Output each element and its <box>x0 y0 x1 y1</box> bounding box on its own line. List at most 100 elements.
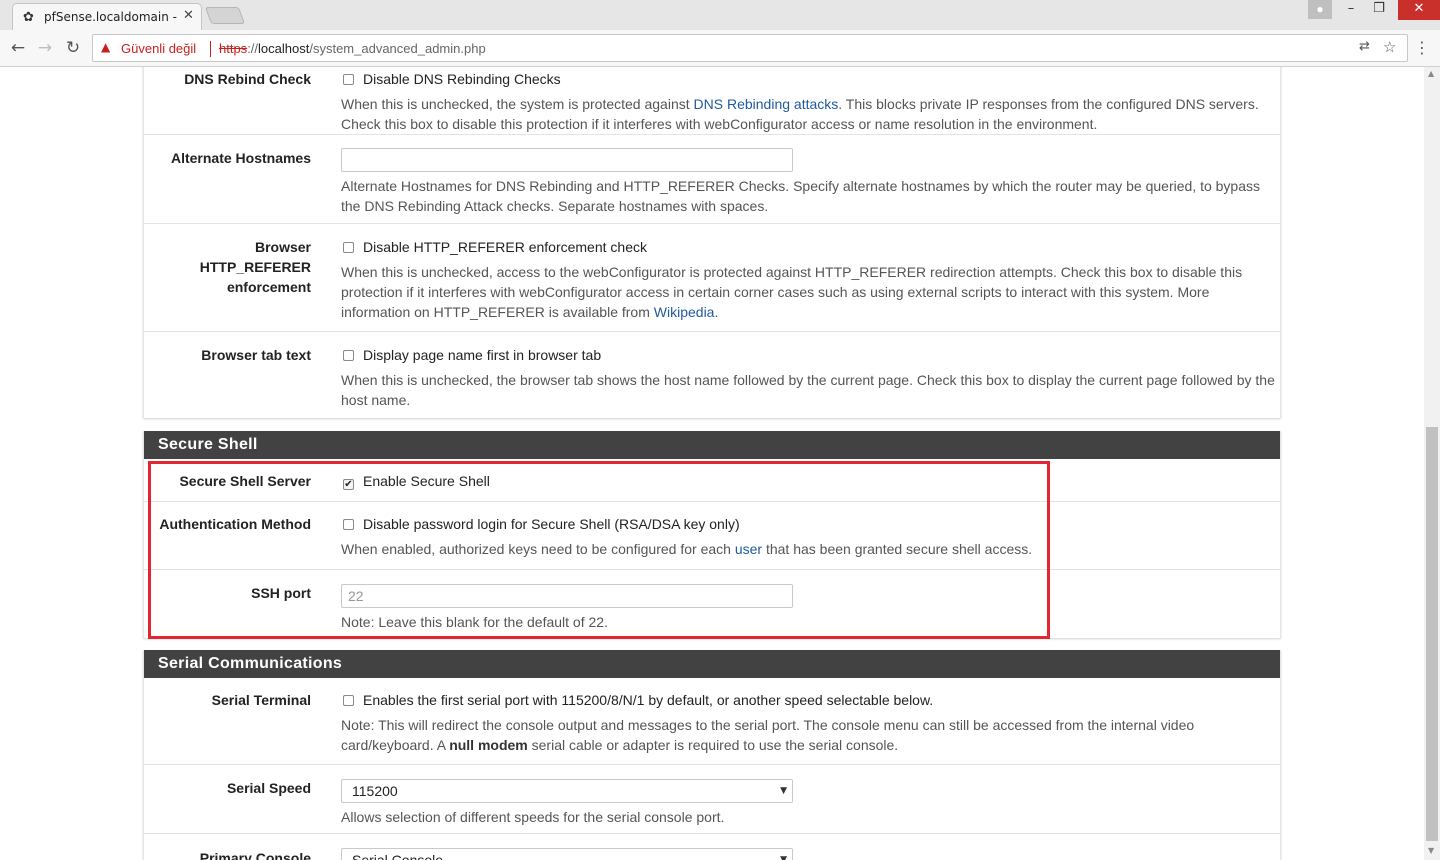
forward-arrow-icon[interactable]: → <box>34 37 56 59</box>
webconfigurator-panel: DNS Rebind Check Disable DNS Rebinding C… <box>143 67 1281 418</box>
minimize-icon[interactable]: – <box>1339 0 1363 20</box>
http-referer-checkbox[interactable] <box>343 242 354 253</box>
star-icon[interactable]: ☆ <box>1383 38 1396 56</box>
user-link[interactable]: user <box>735 541 762 557</box>
url-text[interactable]: https://localhost/system_advanced_admin.… <box>219 41 486 56</box>
http-referer-help: When this is unchecked, access to the we… <box>341 262 1276 322</box>
secure-shell-panel: Secure Shell Secure Shell Server ✔ Enable… <box>143 431 1281 638</box>
http-referer-label: Browser HTTP_REFERER enforcement <box>144 237 311 297</box>
browser-tab-text-label: Browser tab text <box>201 347 311 363</box>
restore-icon[interactable]: ❐ <box>1367 0 1391 20</box>
primary-console-row: Primary Console Serial Console ▼ <box>144 834 1280 860</box>
dns-rebind-checkbox-line[interactable]: Disable DNS Rebinding Checks <box>341 69 1276 89</box>
http-referer-checkbox-label: Disable HTTP_REFERER enforcement check <box>363 239 647 255</box>
chevron-down-icon: ▼ <box>780 855 787 860</box>
serial-speed-select[interactable]: 115200 ▼ <box>341 779 793 803</box>
serial-speed-row: Serial Speed 115200 ▼ Allows selection o… <box>144 765 1280 834</box>
ssh-auth-help: When enabled, authorized keys need to be… <box>341 539 1276 559</box>
browser-tab[interactable]: ✿ pfSense.localdomain - Sy ✕ <box>12 3 202 31</box>
http-referer-row: Browser HTTP_REFERER enforcement Disable… <box>144 224 1280 332</box>
chevron-down-icon: ▼ <box>780 786 787 796</box>
url-path: /system_advanced_admin.php <box>309 41 486 56</box>
ssh-port-label: SSH port <box>251 585 311 601</box>
page-viewport: DNS Rebind Check Disable DNS Rebinding C… <box>0 67 1424 860</box>
ssh-server-row: Secure Shell Server ✔ Enable Secure Shell <box>144 459 1280 502</box>
wikipedia-link[interactable]: Wikipedia <box>654 304 715 320</box>
browser-tab-text-checkbox-line[interactable]: Display page name first in browser tab <box>341 345 1276 365</box>
enable-ssh-checkbox-label: Enable Secure Shell <box>363 473 490 489</box>
kebab-menu-icon[interactable]: ⋮ <box>1414 38 1430 57</box>
alternate-hostnames-label: Alternate Hostnames <box>170 150 311 166</box>
ssh-auth-label: Authentication Method <box>159 516 311 532</box>
dns-rebind-checkbox[interactable] <box>343 74 354 85</box>
disable-password-login-checkbox[interactable] <box>343 519 354 530</box>
dns-rebind-help: When this is unchecked, the system is pr… <box>341 94 1276 134</box>
serial-terminal-checkbox-label: Enables the first serial port with 11520… <box>363 692 934 708</box>
scroll-down-icon[interactable]: ▼ <box>1428 846 1434 855</box>
ssh-server-label: Secure Shell Server <box>179 473 311 489</box>
url-host: localhost <box>258 41 310 56</box>
serial-terminal-help-text-2: serial cable or adapter is required to u… <box>527 737 899 753</box>
serial-speed-label: Serial Speed <box>226 780 311 796</box>
warning-triangle-icon[interactable]: ▲ <box>101 40 110 54</box>
alternate-hostnames-row: Alternate Hostnames Alternate Hostnames … <box>144 135 1280 224</box>
browser-tab-text-checkbox-label: Display page name first in browser tab <box>363 347 602 363</box>
primary-console-label: Primary Console <box>199 850 311 860</box>
ssh-auth-row: Authentication Method Disable password l… <box>144 502 1280 570</box>
serial-speed-value: 115200 <box>352 783 398 799</box>
primary-console-value: Serial Console <box>352 852 444 860</box>
alternate-hostnames-help: Alternate Hostnames for DNS Rebinding an… <box>341 178 1260 214</box>
scrollbar[interactable]: ▲ ▼ <box>1424 67 1440 860</box>
primary-console-select[interactable]: Serial Console ▼ <box>341 848 793 860</box>
ssh-port-row: SSH port 22 Note: Leave this blank for t… <box>144 570 1280 638</box>
disable-password-login-label: Disable password login for Secure Shell … <box>363 516 740 532</box>
scrollbar-thumb[interactable] <box>1426 427 1438 841</box>
dns-rebinding-link[interactable]: DNS Rebinding attacks <box>694 96 839 112</box>
http-referer-checkbox-line[interactable]: Disable HTTP_REFERER enforcement check <box>341 237 1276 257</box>
profile-icon[interactable]: ● <box>1308 0 1332 19</box>
serial-speed-help: Allows selection of different speeds for… <box>341 809 725 825</box>
serial-terminal-row: Serial Terminal Enables the first serial… <box>144 678 1280 765</box>
serial-terminal-label: Serial Terminal <box>211 692 311 708</box>
ssh-auth-help-text-2: that has been granted secure shell acces… <box>762 541 1033 557</box>
translate-icon[interactable]: ⇄ <box>1359 39 1370 54</box>
serial-terminal-checkbox-line[interactable]: Enables the first serial port with 11520… <box>341 690 1276 710</box>
back-arrow-icon[interactable]: ← <box>7 37 29 59</box>
browser-tab-text-row: Browser tab text Display page name first… <box>144 332 1280 418</box>
alternate-hostnames-input[interactable] <box>341 148 793 172</box>
new-tab-button[interactable] <box>204 7 246 24</box>
secure-shell-heading: Secure Shell <box>144 431 1280 459</box>
browser-tab-text-checkbox[interactable] <box>343 350 354 361</box>
ssh-auth-checkbox-line[interactable]: Disable password login for Secure Shell … <box>341 514 1276 534</box>
dns-rebind-checkbox-label: Disable DNS Rebinding Checks <box>363 71 561 87</box>
enable-ssh-checkbox[interactable]: ✔ <box>343 479 354 490</box>
serial-terminal-help: Note: This will redirect the console out… <box>341 715 1276 755</box>
security-status[interactable]: Güvenli değil <box>121 41 196 56</box>
dns-rebind-label: DNS Rebind Check <box>184 71 311 87</box>
url-separator: :// <box>247 41 259 56</box>
address-bar[interactable]: ▲ Güvenli değil https://localhost/system… <box>92 34 1408 62</box>
ssh-auth-help-text: When enabled, authorized keys need to be… <box>341 541 735 557</box>
pfsense-logo-icon: ✿ <box>23 10 34 25</box>
browser-tab-strip: ✿ pfSense.localdomain - Sy ✕ ● – ❐ ✕ <box>0 0 1440 31</box>
http-referer-label-line1: Browser HTTP_REFERER <box>199 239 311 275</box>
url-scheme: https <box>219 41 248 56</box>
close-window-icon[interactable]: ✕ <box>1398 0 1440 20</box>
address-toolbar: ← → ↻ ▲ Güvenli değil https://localhost/… <box>0 30 1440 67</box>
http-referer-help-text: When this is unchecked, access to the we… <box>341 264 1243 320</box>
tab-close-icon[interactable]: ✕ <box>183 8 194 23</box>
ssh-port-help: Note: Leave this blank for the default o… <box>341 614 608 630</box>
dns-rebind-help-text: When this is unchecked, the system is pr… <box>341 96 694 112</box>
ssh-port-input[interactable]: 22 <box>341 584 793 608</box>
serial-communications-panel: Serial Communications Serial Terminal En… <box>143 650 1281 860</box>
tab-title: pfSense.localdomain - Sy <box>44 10 180 24</box>
serial-terminal-checkbox[interactable] <box>343 695 354 706</box>
null-modem-text: null modem <box>449 737 528 753</box>
reload-icon[interactable]: ↻ <box>62 37 84 59</box>
serial-communications-heading: Serial Communications <box>144 650 1280 678</box>
http-referer-label-line2: enforcement <box>226 279 311 295</box>
ssh-server-checkbox-line[interactable]: ✔ Enable Secure Shell <box>341 471 1276 491</box>
scroll-up-icon[interactable]: ▲ <box>1428 69 1434 78</box>
omnibox-divider <box>210 41 211 57</box>
http-referer-help-text-2: . <box>714 304 719 320</box>
